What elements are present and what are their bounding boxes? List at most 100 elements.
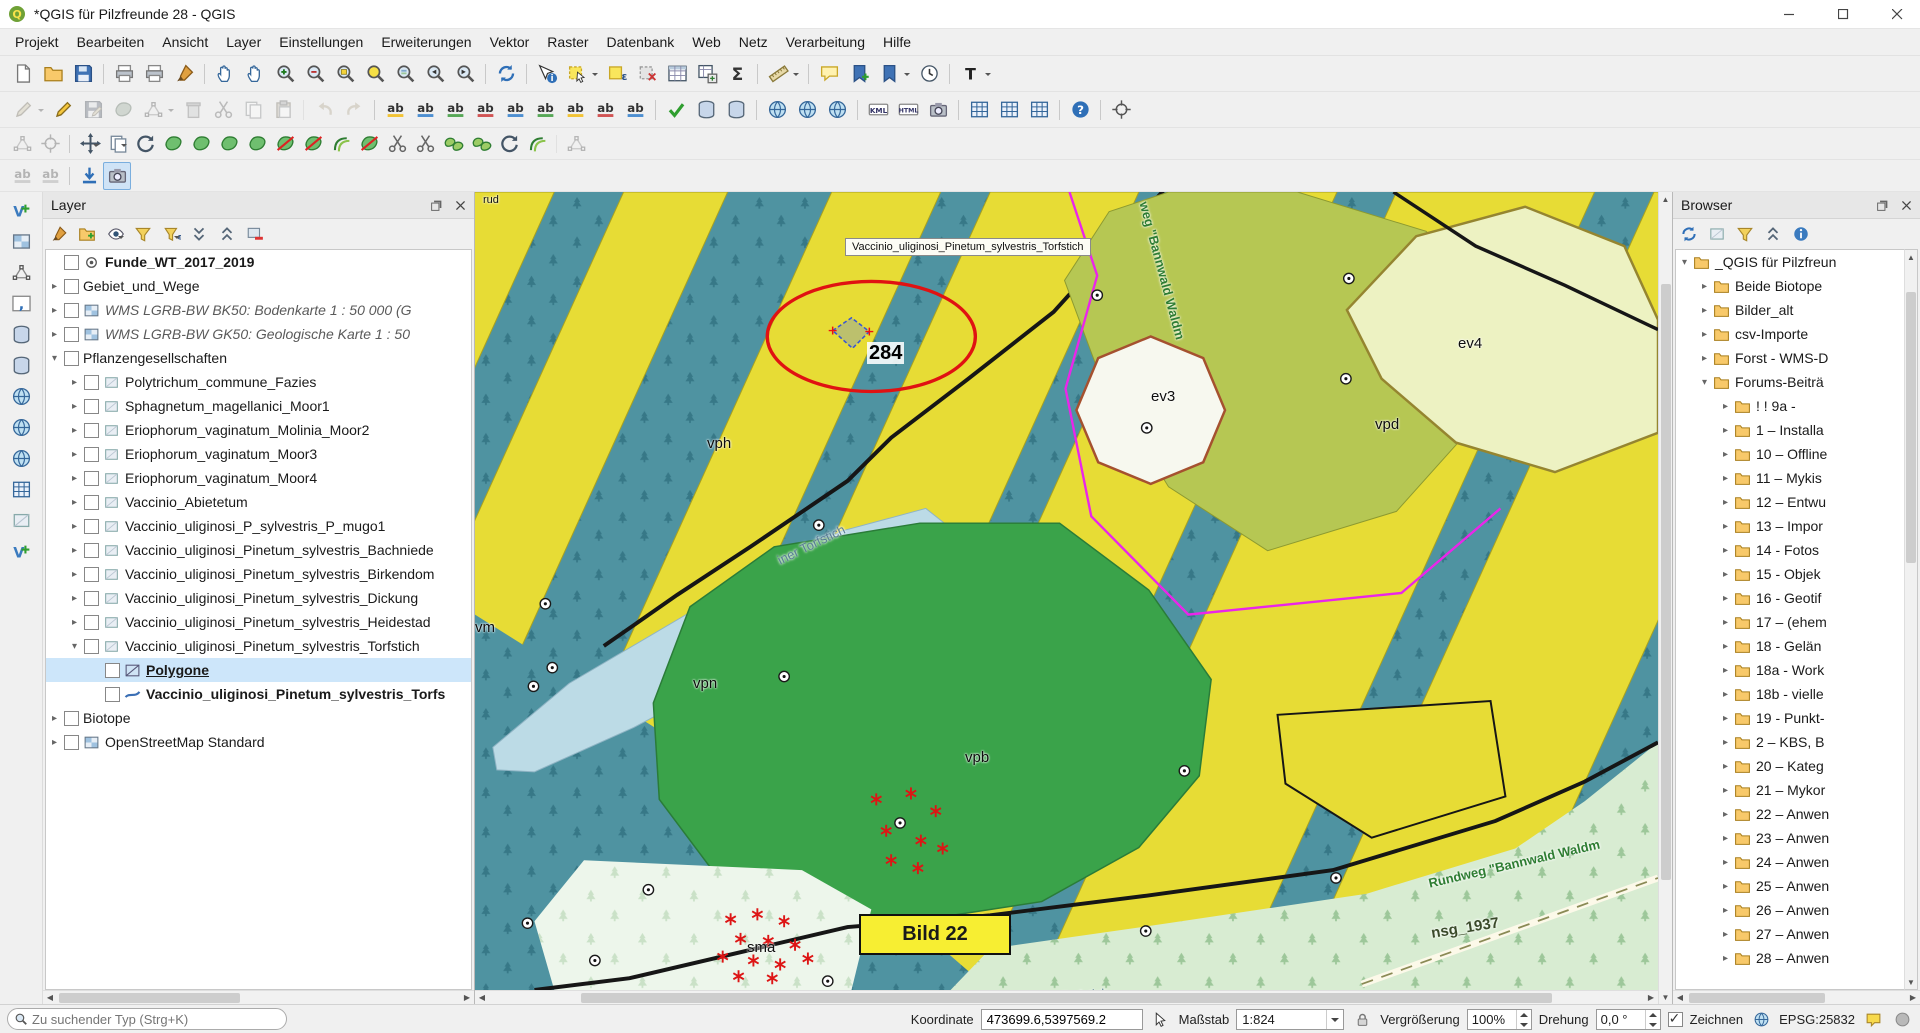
highlight-pinned-labels-button[interactable] [470, 95, 500, 125]
browser-item[interactable]: ▸ 2 – KBS, B [1676, 730, 1904, 754]
change-label-button[interactable] [560, 95, 590, 125]
layer-visibility-checkbox[interactable] [84, 590, 99, 606]
export-html-button[interactable] [893, 95, 923, 125]
geocoder-button[interactable] [792, 95, 822, 125]
reshape-features-button[interactable] [355, 130, 383, 158]
import-geotagged-photos-button[interactable] [69, 162, 103, 190]
zoom-next-button[interactable] [450, 59, 480, 89]
render-checkbox[interactable] [1667, 1010, 1683, 1027]
filter-legend-button[interactable] [130, 222, 156, 247]
expander-arrow[interactable]: ▾ [66, 641, 83, 652]
layer-visibility-checkbox[interactable] [84, 398, 99, 414]
layer-visibility-checkbox[interactable] [84, 638, 99, 654]
expander-arrow[interactable]: ▸ [1717, 689, 1734, 700]
copy-features-button[interactable] [238, 95, 268, 125]
undo-button[interactable] [303, 95, 339, 125]
add-wms-layer-button[interactable] [5, 381, 37, 411]
expander-arrow[interactable]: ▸ [1717, 497, 1734, 508]
undock-panel-button[interactable] [1873, 196, 1891, 214]
add-wfs-layer-button[interactable] [5, 412, 37, 442]
scroll-right-icon[interactable]: ▶ [1906, 991, 1920, 1005]
import-photos-button[interactable] [923, 95, 953, 125]
offset-point-symbol-button[interactable] [523, 130, 551, 158]
select-by-expression-button[interactable] [602, 59, 632, 89]
expander-arrow[interactable]: ▸ [1717, 545, 1734, 556]
layer-visibility-checkbox[interactable] [84, 518, 99, 534]
merge-features-button[interactable] [439, 130, 467, 158]
layer-tree-item[interactable]: ▸ Gebiet_und_Wege [46, 274, 471, 298]
expander-arrow[interactable]: ▸ [1717, 617, 1734, 628]
export-kml-button[interactable] [857, 95, 893, 125]
zoom-full-button[interactable] [330, 59, 360, 89]
layer-tree-item[interactable]: ▸ Eriophorum_vaginatum_Moor4 [46, 466, 471, 490]
layer-visibility-checkbox[interactable] [64, 278, 79, 294]
menu-item[interactable]: Bearbeiten [68, 30, 154, 54]
split-parts-button[interactable] [411, 130, 439, 158]
measure-button[interactable] [757, 59, 803, 89]
expander-arrow[interactable]: ▸ [1717, 929, 1734, 940]
expander-arrow[interactable]: ▸ [66, 617, 83, 628]
scroll-left-icon[interactable]: ◀ [1673, 991, 1687, 1005]
scroll-right-icon[interactable]: ▶ [1644, 991, 1658, 1005]
scroll-up-icon[interactable]: ▲ [1904, 250, 1918, 264]
open-attribute-table-button[interactable] [662, 59, 692, 89]
browser-item[interactable]: ▸ 10 – Offline [1676, 442, 1904, 466]
construction-mode-button[interactable] [36, 130, 64, 158]
new-spatial-bookmark-button[interactable] [844, 59, 874, 89]
menu-item[interactable]: Verarbeitung [777, 30, 874, 54]
layer-visibility-checkbox[interactable] [64, 302, 79, 318]
spin-up-icon[interactable] [1517, 1010, 1531, 1020]
expander-arrow[interactable]: ▸ [1717, 665, 1734, 676]
layer-visibility-checkbox[interactable] [105, 662, 120, 678]
save-project-button[interactable] [68, 59, 98, 89]
lock-scale-icon[interactable] [1351, 1008, 1373, 1030]
current-edits-button[interactable] [8, 95, 48, 125]
expander-arrow[interactable]: ▸ [1696, 305, 1713, 316]
expander-arrow[interactable]: ▸ [1717, 881, 1734, 892]
layer-tree-item[interactable]: ▸ Vaccinio_uliginosi_Pinetum_sylvestris_… [46, 610, 471, 634]
show-layout-manager-button[interactable] [139, 59, 169, 89]
browser-vscrollbar[interactable]: ▲ ▼ [1904, 249, 1918, 990]
geometry-checker-button[interactable] [655, 95, 691, 125]
browser-item[interactable]: ▸ 17 – (ehem [1676, 610, 1904, 634]
save-layer-edits-button[interactable] [78, 95, 108, 125]
expander-arrow[interactable]: ▸ [46, 737, 63, 748]
layer-visibility-checkbox[interactable] [64, 254, 79, 270]
expander-arrow[interactable]: ▸ [1717, 761, 1734, 772]
export-layer-button[interactable] [721, 95, 751, 125]
identify-features-button[interactable] [526, 59, 562, 89]
spin-down-icon[interactable] [1646, 1019, 1660, 1029]
offset-curve-button[interactable] [327, 130, 355, 158]
browser-item[interactable]: ▸ 1 – Installa [1676, 418, 1904, 442]
filter-by-expression-button[interactable] [158, 222, 184, 247]
browser-item[interactable]: ▸ 13 – Impor [1676, 514, 1904, 538]
move-label-button[interactable] [500, 95, 530, 125]
zoom-last-button[interactable] [420, 59, 450, 89]
refresh-map-button[interactable] [485, 59, 521, 89]
expander-arrow[interactable]: ▸ [1717, 809, 1734, 820]
layer-tree-item[interactable]: Funde_WT_2017_2019 [46, 250, 471, 274]
scale-combo[interactable]: 1:824 [1236, 1008, 1345, 1030]
expander-arrow[interactable]: ▸ [66, 593, 83, 604]
expander-arrow[interactable]: ▸ [1717, 593, 1734, 604]
collapse-all-button[interactable] [214, 222, 240, 247]
messages-icon[interactable] [1862, 1008, 1884, 1030]
pin-labels-button[interactable] [440, 95, 470, 125]
redo-button[interactable] [339, 95, 369, 125]
expander-arrow[interactable]: ▾ [1696, 377, 1713, 388]
expander-arrow[interactable]: ▸ [66, 521, 83, 532]
temporal-controller-button[interactable] [914, 59, 944, 89]
delete-part-button[interactable] [299, 130, 327, 158]
help-contents-button[interactable] [1059, 95, 1095, 125]
menu-item[interactable]: Netz [730, 30, 777, 54]
copy-and-move-feature-button[interactable] [103, 130, 131, 158]
field-calculator-button[interactable] [692, 59, 722, 89]
menu-item[interactable]: Raster [538, 30, 597, 54]
menu-item[interactable]: Vektor [481, 30, 539, 54]
rotate-feature-button[interactable] [131, 130, 159, 158]
browser-item[interactable]: ▸ csv-Importe [1676, 322, 1904, 346]
expander-arrow[interactable]: ▸ [66, 473, 83, 484]
layer-tree-item[interactable]: ▸ Polytrichum_commune_Fazies [46, 370, 471, 394]
layer-tree-item[interactable]: Polygone [46, 658, 471, 682]
expander-arrow[interactable]: ▸ [1717, 449, 1734, 460]
